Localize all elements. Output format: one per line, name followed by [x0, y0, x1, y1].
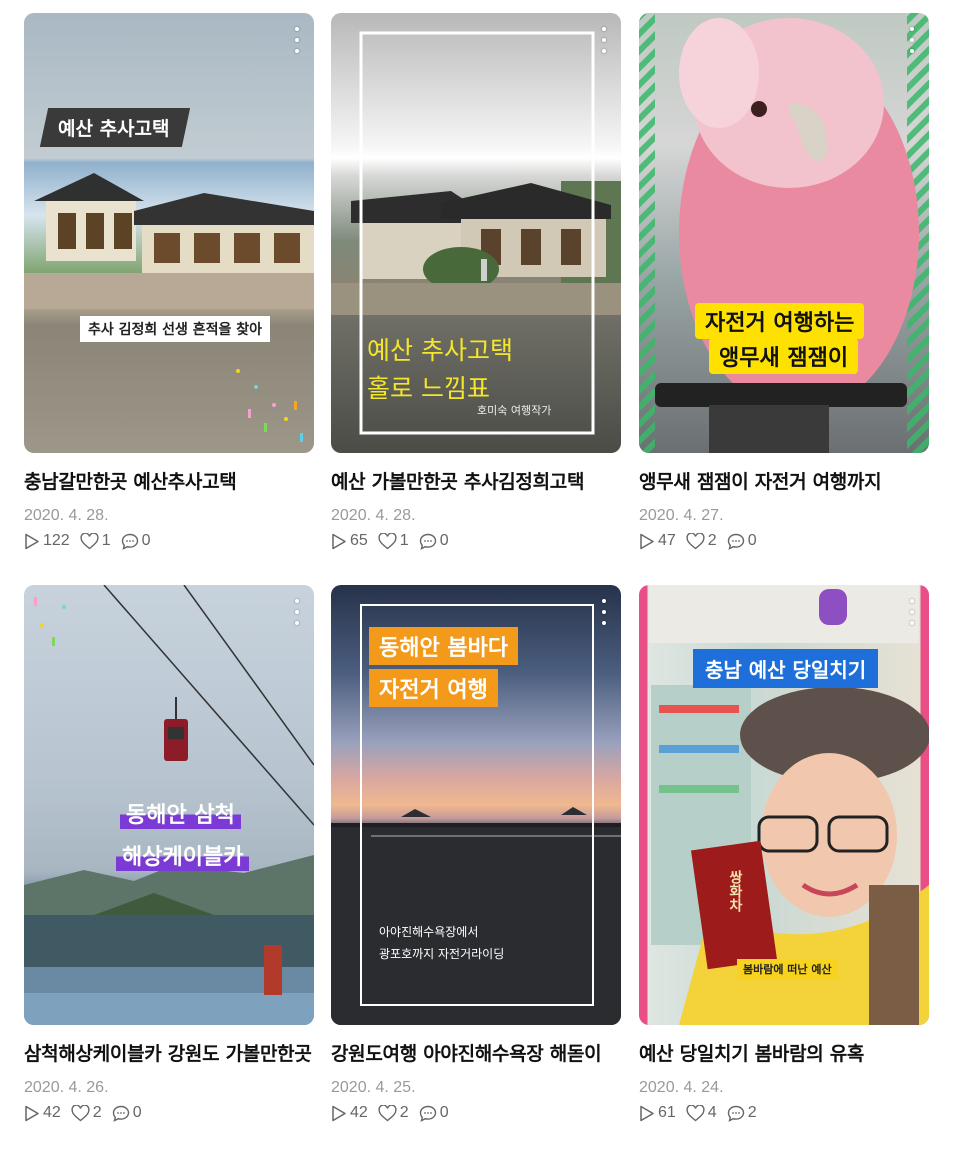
play-icon [640, 1105, 654, 1121]
video-thumbnail[interactable]: 동해안 삼척 해상케이블카 [24, 585, 314, 1025]
overlay-subtitle: 홀로 느낌표 [367, 374, 490, 403]
comment-count: 2 [747, 1104, 757, 1121]
view-count: 61 [658, 1104, 676, 1121]
comment-icon [121, 533, 138, 550]
comment-icon [112, 1105, 129, 1122]
video-title[interactable]: 예산 당일치기 봄바람의 유혹 [639, 1039, 929, 1069]
comment-count: 0 [439, 1104, 449, 1121]
play-icon [25, 533, 39, 549]
heart-icon [686, 532, 705, 549]
view-count: 65 [350, 532, 368, 549]
like-count: 2 [92, 1104, 102, 1121]
heart-icon [71, 1104, 90, 1121]
video-grid: 예산 추사고택 추사 김정희 선생 흔적을 찾아 충남갈만한곳 예산추사고택 2… [0, 0, 966, 1164]
overlay-subtitle: 자전거 여행 [369, 669, 498, 707]
video-card[interactable]: 자전거 여행하는 앵무새 잼잼이 앵무새 잼잼이 자전거 여행까지 2020. … [639, 13, 929, 550]
overlay-subtitle: 앵무새 잼잼이 [709, 338, 859, 374]
like-count: 2 [399, 1104, 409, 1121]
video-title[interactable]: 앵무새 잼잼이 자전거 여행까지 [639, 467, 929, 497]
video-stats: 47 2 0 [639, 532, 929, 550]
video-title[interactable]: 삼척해상케이블카 강원도 가볼만한곳 [24, 1039, 314, 1069]
comment-icon [727, 1105, 744, 1122]
video-thumbnail[interactable]: 자전거 여행하는 앵무새 잼잼이 [639, 13, 929, 453]
video-stats: 65 1 0 [331, 532, 621, 550]
comment-icon [727, 533, 744, 550]
view-count: 42 [350, 1104, 368, 1121]
heart-icon [686, 1104, 705, 1121]
overlay-title: 예산 추사고택 [367, 336, 513, 365]
overlay-title: 충남 예산 당일치기 [693, 649, 879, 688]
upload-date: 2020. 4. 24. [639, 1079, 724, 1096]
more-vertical-icon[interactable] [597, 27, 611, 53]
video-card[interactable]: 충남 예산 당일치기 봄바람에 떠난 예산 쌍화차 예산 당일치기 봄바람의 유… [639, 585, 929, 1122]
play-icon [640, 533, 654, 549]
product-label: 쌍화차 [727, 870, 743, 912]
video-thumbnail[interactable]: 예산 추사고택 추사 김정희 선생 흔적을 찾아 [24, 13, 314, 453]
overlay-caption-line2: 광포호까지 자전거라이딩 [379, 947, 505, 961]
comment-count: 0 [132, 1104, 142, 1121]
heart-icon [378, 532, 397, 549]
like-count: 1 [101, 532, 111, 549]
play-icon [332, 1105, 346, 1121]
like-count: 1 [399, 532, 409, 549]
video-thumbnail[interactable]: 동해안 봄바다 자전거 여행 아야진해수욕장에서 광포호까지 자전거라이딩 [331, 585, 621, 1025]
overlay-subtitle: 해상케이블카 [116, 839, 250, 871]
video-stats: 42 2 0 [24, 1104, 314, 1122]
video-card[interactable]: 동해안 봄바다 자전거 여행 아야진해수욕장에서 광포호까지 자전거라이딩 강원… [331, 585, 621, 1122]
comment-icon [419, 533, 436, 550]
heart-icon [378, 1104, 397, 1121]
parrot-illustration [639, 13, 929, 453]
more-vertical-icon[interactable] [905, 599, 919, 625]
overlay-title: 동해안 봄바다 [369, 627, 519, 665]
like-count: 4 [707, 1104, 717, 1121]
more-vertical-icon[interactable] [597, 599, 611, 625]
play-icon [25, 1105, 39, 1121]
more-vertical-icon[interactable] [290, 27, 304, 53]
view-count: 47 [658, 532, 676, 549]
comment-count: 0 [141, 532, 151, 549]
overlay-title: 자전거 여행하는 [695, 303, 865, 339]
upload-date: 2020. 4. 28. [331, 507, 416, 524]
overlay-caption-line1: 아야진해수욕장에서 [379, 925, 479, 939]
overlay-caption: 봄바람에 떠난 예산 [737, 959, 838, 979]
video-stats: 61 4 2 [639, 1104, 929, 1122]
like-count: 2 [707, 532, 717, 549]
overlay-author: 호미숙 여행작가 [477, 404, 552, 417]
video-card[interactable]: 예산 추사고택 홀로 느낌표 호미숙 여행작가 예산 가볼만한곳 추사김정희고택… [331, 13, 621, 550]
play-icon [332, 533, 346, 549]
comment-icon [419, 1105, 436, 1122]
video-thumbnail[interactable]: 예산 추사고택 홀로 느낌표 호미숙 여행작가 [331, 13, 621, 453]
view-count: 42 [43, 1104, 61, 1121]
upload-date: 2020. 4. 28. [24, 507, 109, 524]
video-thumbnail[interactable]: 충남 예산 당일치기 봄바람에 떠난 예산 쌍화차 [639, 585, 929, 1025]
video-title[interactable]: 강원도여행 아야진해수욕장 해돋이 [331, 1039, 621, 1069]
comment-count: 0 [747, 532, 757, 549]
more-vertical-icon[interactable] [290, 599, 304, 625]
video-card[interactable]: 동해안 삼척 해상케이블카 삼척해상케이블카 강원도 가볼만한곳 2020. 4… [24, 585, 314, 1122]
video-title[interactable]: 충남갈만한곳 예산추사고택 [24, 467, 314, 497]
video-stats: 122 1 0 [24, 532, 314, 550]
more-vertical-icon[interactable] [905, 27, 919, 53]
heart-icon [80, 532, 99, 549]
comment-count: 0 [439, 532, 449, 549]
upload-date: 2020. 4. 27. [639, 507, 724, 524]
view-count: 122 [43, 532, 70, 549]
upload-date: 2020. 4. 26. [24, 1079, 109, 1096]
overlay-title: 동해안 삼척 [120, 797, 241, 829]
video-stats: 42 2 0 [331, 1104, 621, 1122]
upload-date: 2020. 4. 25. [331, 1079, 416, 1096]
video-card[interactable]: 예산 추사고택 추사 김정희 선생 흔적을 찾아 충남갈만한곳 예산추사고택 2… [24, 13, 314, 550]
overlay-caption: 추사 김정희 선생 흔적을 찾아 [80, 316, 271, 342]
hanok-illustration [24, 173, 314, 442]
video-title[interactable]: 예산 가볼만한곳 추사김정희고택 [331, 467, 621, 497]
overlay-title: 예산 추사고택 [39, 108, 190, 147]
